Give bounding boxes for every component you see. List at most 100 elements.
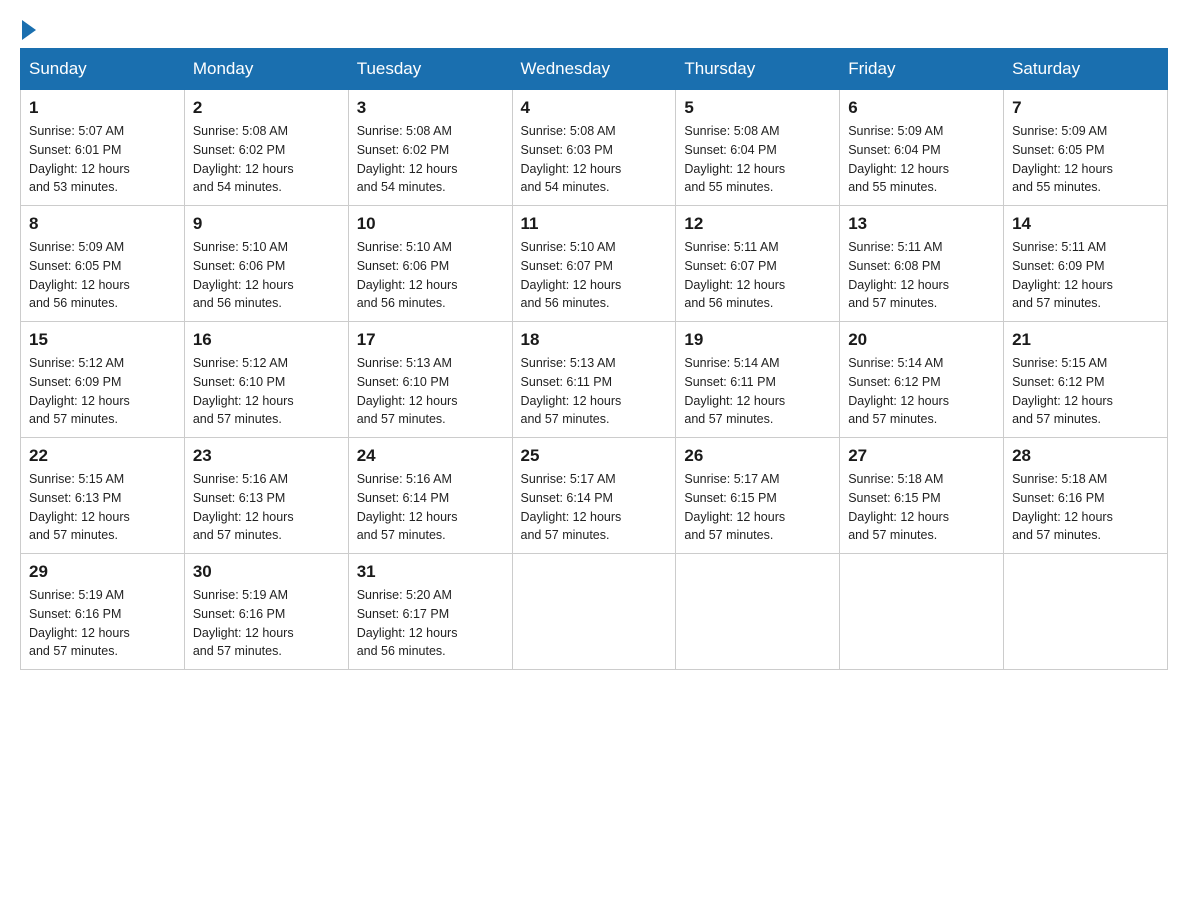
day-number: 25: [521, 446, 668, 466]
day-info: Sunrise: 5:13 AMSunset: 6:11 PMDaylight:…: [521, 354, 668, 429]
day-info: Sunrise: 5:10 AMSunset: 6:07 PMDaylight:…: [521, 238, 668, 313]
day-number: 11: [521, 214, 668, 234]
day-info: Sunrise: 5:08 AMSunset: 6:02 PMDaylight:…: [193, 122, 340, 197]
day-info: Sunrise: 5:09 AMSunset: 6:05 PMDaylight:…: [1012, 122, 1159, 197]
day-info: Sunrise: 5:19 AMSunset: 6:16 PMDaylight:…: [193, 586, 340, 661]
calendar-week-row: 29 Sunrise: 5:19 AMSunset: 6:16 PMDayligh…: [21, 554, 1168, 670]
day-number: 4: [521, 98, 668, 118]
column-header-sunday: Sunday: [21, 49, 185, 90]
day-number: 14: [1012, 214, 1159, 234]
calendar-cell: [1004, 554, 1168, 670]
day-number: 19: [684, 330, 831, 350]
page-header: [20, 20, 1168, 32]
day-number: 24: [357, 446, 504, 466]
column-header-tuesday: Tuesday: [348, 49, 512, 90]
day-info: Sunrise: 5:13 AMSunset: 6:10 PMDaylight:…: [357, 354, 504, 429]
day-number: 16: [193, 330, 340, 350]
day-number: 15: [29, 330, 176, 350]
day-info: Sunrise: 5:10 AMSunset: 6:06 PMDaylight:…: [193, 238, 340, 313]
calendar-cell: 22Sunrise: 5:15 AMSunset: 6:13 PMDayligh…: [21, 438, 185, 554]
day-info: Sunrise: 5:17 AMSunset: 6:14 PMDaylight:…: [521, 470, 668, 545]
calendar-cell: 18 Sunrise: 5:13 AMSunset: 6:11 PMDayligh…: [512, 322, 676, 438]
day-number: 18: [521, 330, 668, 350]
calendar-week-row: 1Sunrise: 5:07 AMSunset: 6:01 PMDaylight…: [21, 90, 1168, 206]
day-info: Sunrise: 5:08 AMSunset: 6:04 PMDaylight:…: [684, 122, 831, 197]
day-info: Sunrise: 5:12 AMSunset: 6:10 PMDaylight:…: [193, 354, 340, 429]
day-info: Sunrise: 5:17 AMSunset: 6:15 PMDaylight:…: [684, 470, 831, 545]
calendar-cell: 10 Sunrise: 5:10 AMSunset: 6:06 PMDayligh…: [348, 206, 512, 322]
calendar-cell: 8 Sunrise: 5:09 AMSunset: 6:05 PMDaylight…: [21, 206, 185, 322]
calendar-cell: 3 Sunrise: 5:08 AMSunset: 6:02 PMDaylight…: [348, 90, 512, 206]
day-number: 13: [848, 214, 995, 234]
calendar-cell: 16 Sunrise: 5:12 AMSunset: 6:10 PMDayligh…: [184, 322, 348, 438]
calendar-cell: 17 Sunrise: 5:13 AMSunset: 6:10 PMDayligh…: [348, 322, 512, 438]
day-number: 12: [684, 214, 831, 234]
column-header-monday: Monday: [184, 49, 348, 90]
day-number: 3: [357, 98, 504, 118]
day-info: Sunrise: 5:19 AMSunset: 6:16 PMDaylight:…: [29, 586, 176, 661]
calendar-cell: 28 Sunrise: 5:18 AMSunset: 6:16 PMDayligh…: [1004, 438, 1168, 554]
calendar-cell: 27Sunrise: 5:18 AMSunset: 6:15 PMDayligh…: [840, 438, 1004, 554]
column-header-saturday: Saturday: [1004, 49, 1168, 90]
day-number: 28: [1012, 446, 1159, 466]
calendar-cell: 26 Sunrise: 5:17 AMSunset: 6:15 PMDayligh…: [676, 438, 840, 554]
day-number: 22: [29, 446, 176, 466]
calendar-table: SundayMondayTuesdayWednesdayThursdayFrid…: [20, 48, 1168, 670]
column-header-thursday: Thursday: [676, 49, 840, 90]
day-number: 7: [1012, 98, 1159, 118]
day-info: Sunrise: 5:18 AMSunset: 6:15 PMDaylight:…: [848, 470, 995, 545]
day-info: Sunrise: 5:09 AMSunset: 6:04 PMDaylight:…: [848, 122, 995, 197]
day-info: Sunrise: 5:16 AMSunset: 6:13 PMDaylight:…: [193, 470, 340, 545]
calendar-cell: 12Sunrise: 5:11 AMSunset: 6:07 PMDayligh…: [676, 206, 840, 322]
day-number: 17: [357, 330, 504, 350]
day-number: 30: [193, 562, 340, 582]
calendar-cell: 4Sunrise: 5:08 AMSunset: 6:03 PMDaylight…: [512, 90, 676, 206]
calendar-cell: 15 Sunrise: 5:12 AMSunset: 6:09 PMDayligh…: [21, 322, 185, 438]
calendar-header-row: SundayMondayTuesdayWednesdayThursdayFrid…: [21, 49, 1168, 90]
day-info: Sunrise: 5:15 AMSunset: 6:12 PMDaylight:…: [1012, 354, 1159, 429]
day-number: 29: [29, 562, 176, 582]
day-number: 8: [29, 214, 176, 234]
day-info: Sunrise: 5:08 AMSunset: 6:02 PMDaylight:…: [357, 122, 504, 197]
day-info: Sunrise: 5:18 AMSunset: 6:16 PMDaylight:…: [1012, 470, 1159, 545]
day-info: Sunrise: 5:11 AMSunset: 6:09 PMDaylight:…: [1012, 238, 1159, 313]
calendar-cell: 31 Sunrise: 5:20 AMSunset: 6:17 PMDayligh…: [348, 554, 512, 670]
calendar-week-row: 15 Sunrise: 5:12 AMSunset: 6:09 PMDayligh…: [21, 322, 1168, 438]
calendar-cell: 25 Sunrise: 5:17 AMSunset: 6:14 PMDayligh…: [512, 438, 676, 554]
day-info: Sunrise: 5:14 AMSunset: 6:11 PMDaylight:…: [684, 354, 831, 429]
calendar-cell: [840, 554, 1004, 670]
calendar-cell: 29 Sunrise: 5:19 AMSunset: 6:16 PMDayligh…: [21, 554, 185, 670]
calendar-cell: 23 Sunrise: 5:16 AMSunset: 6:13 PMDayligh…: [184, 438, 348, 554]
day-info: Sunrise: 5:10 AMSunset: 6:06 PMDaylight:…: [357, 238, 504, 313]
calendar-cell: [676, 554, 840, 670]
calendar-cell: 1Sunrise: 5:07 AMSunset: 6:01 PMDaylight…: [21, 90, 185, 206]
day-info: Sunrise: 5:11 AMSunset: 6:08 PMDaylight:…: [848, 238, 995, 313]
calendar-cell: 24 Sunrise: 5:16 AMSunset: 6:14 PMDayligh…: [348, 438, 512, 554]
logo: [20, 20, 36, 32]
column-header-friday: Friday: [840, 49, 1004, 90]
calendar-cell: 6 Sunrise: 5:09 AMSunset: 6:04 PMDaylight…: [840, 90, 1004, 206]
calendar-cell: 13 Sunrise: 5:11 AMSunset: 6:08 PMDayligh…: [840, 206, 1004, 322]
day-number: 1: [29, 98, 176, 118]
logo-blue-part: [20, 20, 36, 40]
day-number: 23: [193, 446, 340, 466]
calendar-cell: 5 Sunrise: 5:08 AMSunset: 6:04 PMDaylight…: [676, 90, 840, 206]
calendar-cell: 14 Sunrise: 5:11 AMSunset: 6:09 PMDayligh…: [1004, 206, 1168, 322]
calendar-week-row: 22Sunrise: 5:15 AMSunset: 6:13 PMDayligh…: [21, 438, 1168, 554]
day-number: 5: [684, 98, 831, 118]
day-info: Sunrise: 5:16 AMSunset: 6:14 PMDaylight:…: [357, 470, 504, 545]
day-info: Sunrise: 5:09 AMSunset: 6:05 PMDaylight:…: [29, 238, 176, 313]
day-number: 31: [357, 562, 504, 582]
day-info: Sunrise: 5:20 AMSunset: 6:17 PMDaylight:…: [357, 586, 504, 661]
calendar-cell: 30 Sunrise: 5:19 AMSunset: 6:16 PMDayligh…: [184, 554, 348, 670]
day-number: 2: [193, 98, 340, 118]
day-info: Sunrise: 5:12 AMSunset: 6:09 PMDaylight:…: [29, 354, 176, 429]
calendar-cell: 11 Sunrise: 5:10 AMSunset: 6:07 PMDayligh…: [512, 206, 676, 322]
day-number: 26: [684, 446, 831, 466]
calendar-cell: 19 Sunrise: 5:14 AMSunset: 6:11 PMDayligh…: [676, 322, 840, 438]
day-number: 9: [193, 214, 340, 234]
calendar-cell: 7 Sunrise: 5:09 AMSunset: 6:05 PMDaylight…: [1004, 90, 1168, 206]
day-number: 6: [848, 98, 995, 118]
calendar-cell: 2 Sunrise: 5:08 AMSunset: 6:02 PMDaylight…: [184, 90, 348, 206]
day-number: 10: [357, 214, 504, 234]
